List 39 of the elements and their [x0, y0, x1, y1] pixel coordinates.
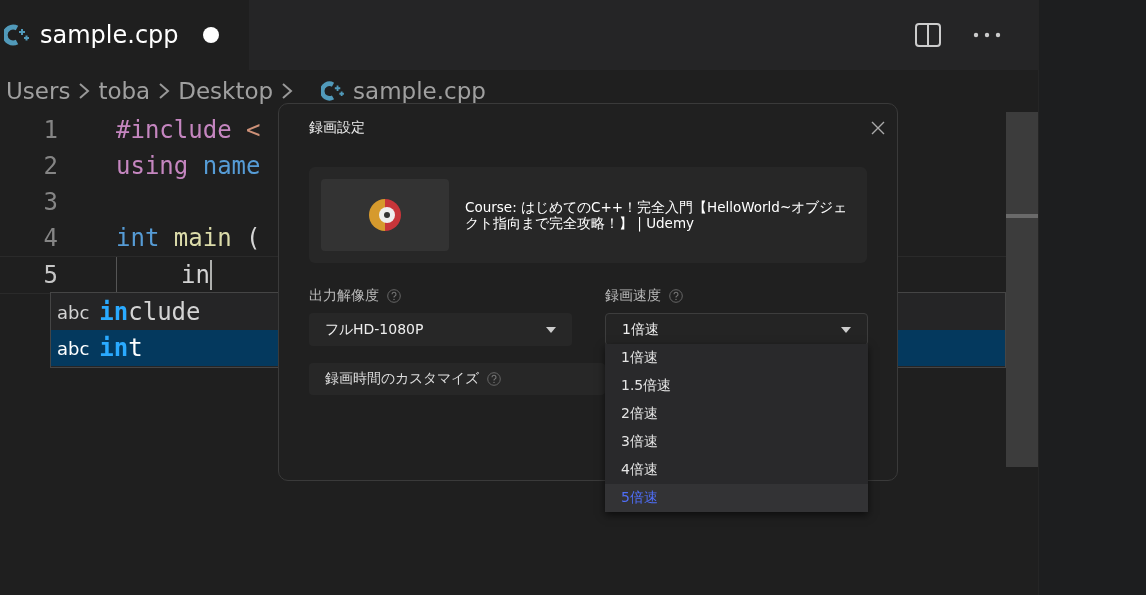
code-line: in: [181, 261, 210, 289]
chevron-icon: [158, 81, 171, 101]
speed-option[interactable]: 2倍速: [605, 400, 868, 428]
resolution-dropdown[interactable]: フルHD-1080P: [309, 313, 572, 346]
line-number: 5: [42, 261, 58, 289]
speed-dropdown[interactable]: 1倍速: [605, 313, 868, 346]
chevron-icon: [281, 81, 294, 101]
tab-filename: sample.cpp: [40, 21, 179, 49]
cpp-file-icon: [4, 24, 30, 46]
speed-option[interactable]: 3倍速: [605, 428, 868, 456]
breadcrumb-item[interactable]: sample.cpp: [353, 78, 486, 104]
field-label: 出力解像度: [309, 287, 379, 305]
speed-option[interactable]: 4倍速: [605, 456, 868, 484]
custom-time-label: 録画時間のカスタマイズ: [325, 370, 479, 388]
code-line: int main (: [116, 224, 261, 252]
breadcrumb-item[interactable]: Users: [6, 78, 71, 104]
close-icon[interactable]: [871, 121, 885, 135]
speed-option[interactable]: 1.5倍速: [605, 372, 868, 400]
speed-option[interactable]: 1倍速: [605, 344, 868, 372]
split-editor-icon[interactable]: [914, 22, 942, 48]
help-icon[interactable]: [387, 289, 401, 303]
help-icon[interactable]: [669, 289, 683, 303]
code-line: using name: [116, 152, 261, 180]
more-actions-icon[interactable]: [972, 31, 1002, 39]
line-number: 1: [42, 116, 58, 144]
field-label: 録画速度: [605, 287, 661, 305]
chevron-icon: [78, 81, 91, 101]
help-icon[interactable]: [487, 372, 501, 386]
line-number: 4: [42, 224, 58, 252]
line-number: 2: [42, 152, 58, 180]
breadcrumb-item[interactable]: Desktop: [178, 78, 274, 104]
cpp-file-icon: [321, 81, 346, 101]
scrollbar[interactable]: [1006, 112, 1038, 467]
code-line: #include <: [116, 116, 261, 144]
custom-time-row[interactable]: 録画時間のカスタマイズ: [309, 363, 605, 395]
dialog-title: 録画設定: [309, 119, 365, 137]
line-number: 3: [42, 188, 58, 216]
course-title: Course: はじめてのC++！完全入門【HelloWorld~オブジェクト指向まで完全攻略！】 | Udemy: [465, 199, 849, 231]
breadcrumb-item[interactable]: toba: [98, 78, 151, 104]
